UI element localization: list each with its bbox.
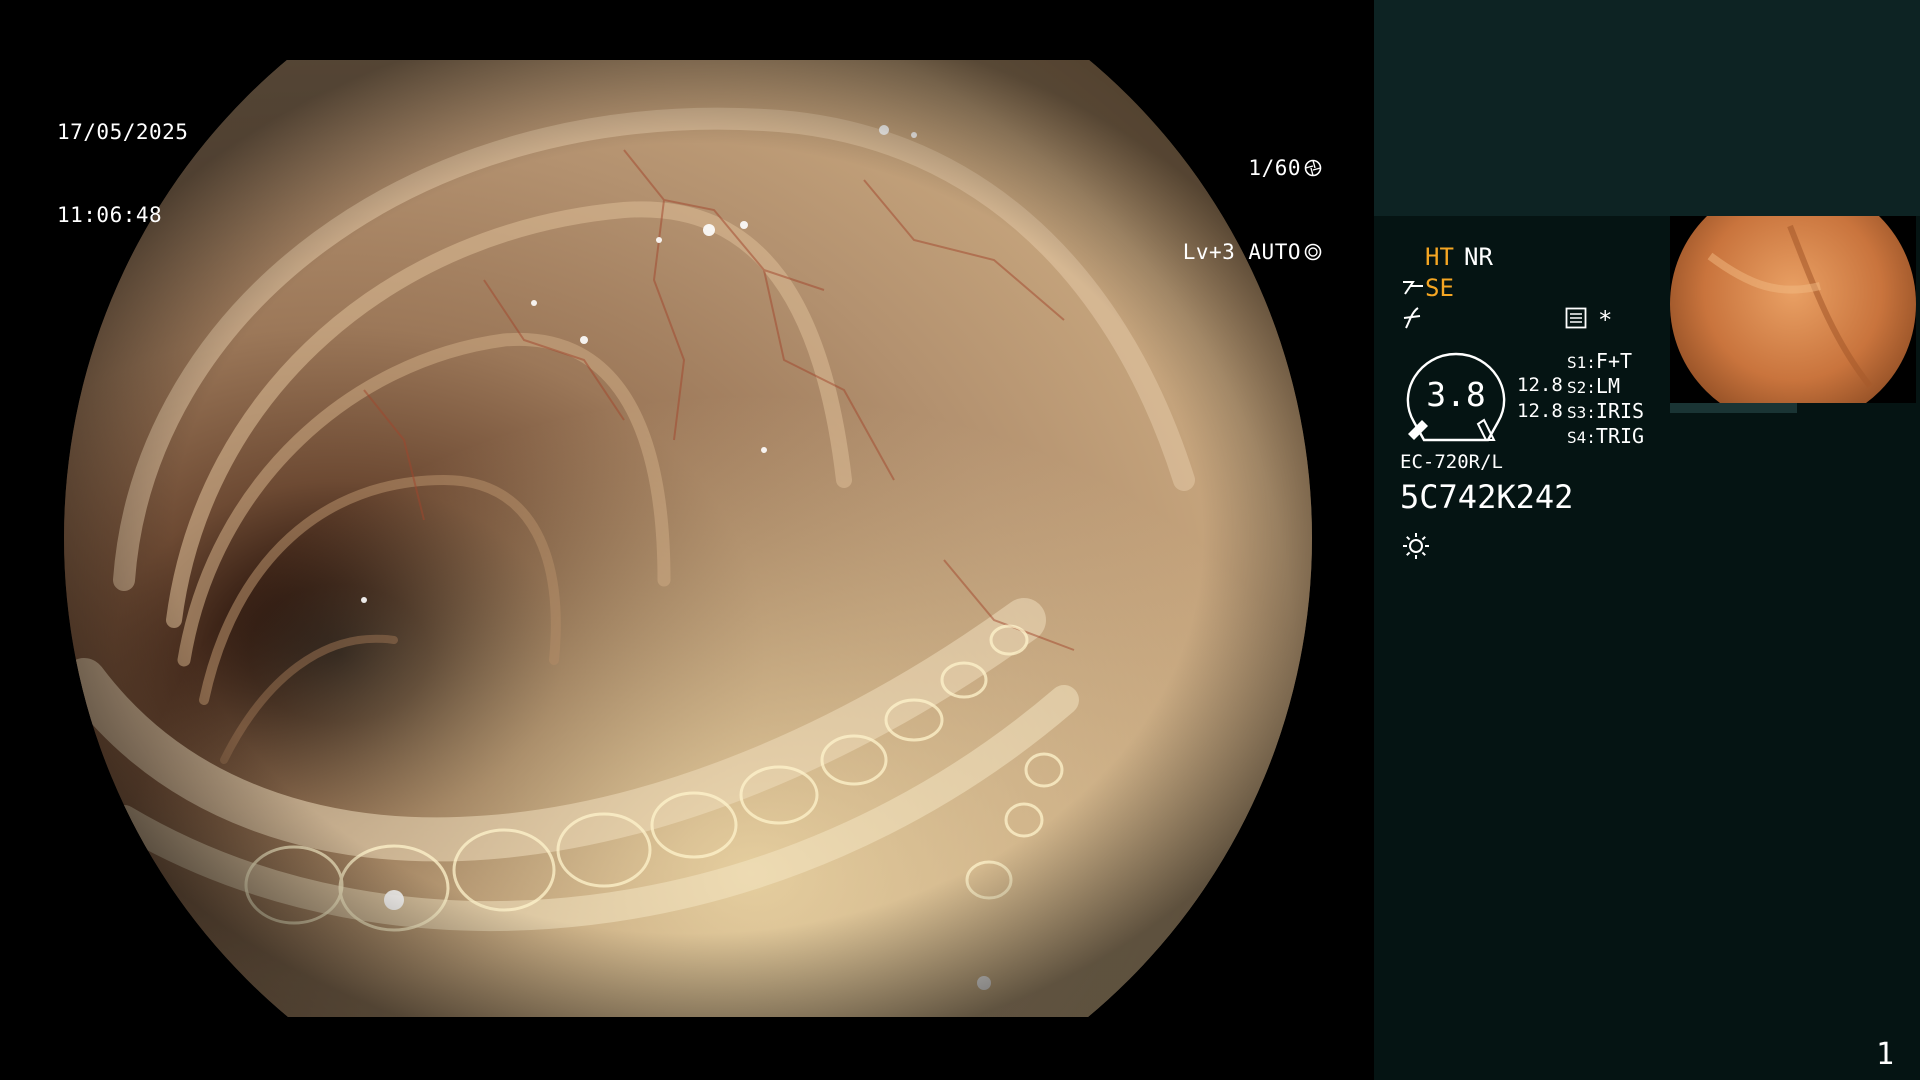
- enhancement-icon: [1403, 281, 1423, 295]
- switch-row: S2:LM: [1567, 374, 1644, 399]
- colon-lumen-image: [64, 60, 1312, 1017]
- ht-label: HT: [1425, 243, 1454, 271]
- switch-value: IRIS: [1595, 399, 1645, 423]
- thumbnail-image: [1670, 216, 1916, 403]
- date-text: 17/05/2025: [57, 120, 189, 144]
- shutter-text: 1/60: [1248, 156, 1301, 180]
- exposure-readout: 1/60 Lv+3 AUTO: [1183, 98, 1322, 322]
- switch-row: S3:IRIS: [1567, 399, 1644, 424]
- switch-key: S3:: [1567, 403, 1596, 422]
- iris-text: Lv+3 AUTO: [1182, 240, 1301, 264]
- nr-label: NR: [1464, 243, 1493, 271]
- asterisk-label: *: [1598, 306, 1613, 334]
- endoscope-main-view: 17/05/2025 11:06:48 1/60 Lv+3 AUTO: [0, 0, 1374, 1080]
- shutter-icon: [1304, 159, 1322, 177]
- switch-value: LM: [1595, 374, 1620, 398]
- switch-key: S2:: [1567, 378, 1596, 397]
- switch-value: F+T: [1595, 349, 1633, 373]
- scope-serial: 5C742K242: [1400, 478, 1574, 516]
- switch-key: S4:: [1567, 428, 1596, 447]
- scope-model: EC-720R/L: [1400, 451, 1503, 473]
- se-label: SE: [1425, 274, 1454, 302]
- captured-thumbnail[interactable]: [1670, 216, 1916, 403]
- zoom-value: 3.8: [1426, 375, 1486, 414]
- switch-row: S4:TRIG: [1567, 424, 1644, 449]
- memory-icon: [1565, 307, 1587, 329]
- switch-key: S1:: [1567, 353, 1596, 372]
- light-icon: [1403, 533, 1429, 559]
- thumbnail-bar: [1670, 403, 1797, 413]
- endoscopic-image: [64, 60, 1312, 1017]
- side-panel-top: [1374, 0, 1920, 216]
- iris-icon: [1304, 243, 1322, 261]
- page-number: 1: [1875, 1037, 1894, 1072]
- filter-icon: [1403, 307, 1421, 329]
- switch-row: S1:F+T: [1567, 349, 1644, 374]
- time-text: 11:06:48: [57, 203, 163, 227]
- switch-list: S1:F+T S2:LM S3:IRIS S4:TRIG: [1567, 349, 1644, 449]
- switch-value: TRIG: [1595, 424, 1645, 448]
- timestamp: 17/05/2025 11:06:48: [57, 62, 188, 284]
- gain-value-2: 12.8: [1517, 400, 1563, 422]
